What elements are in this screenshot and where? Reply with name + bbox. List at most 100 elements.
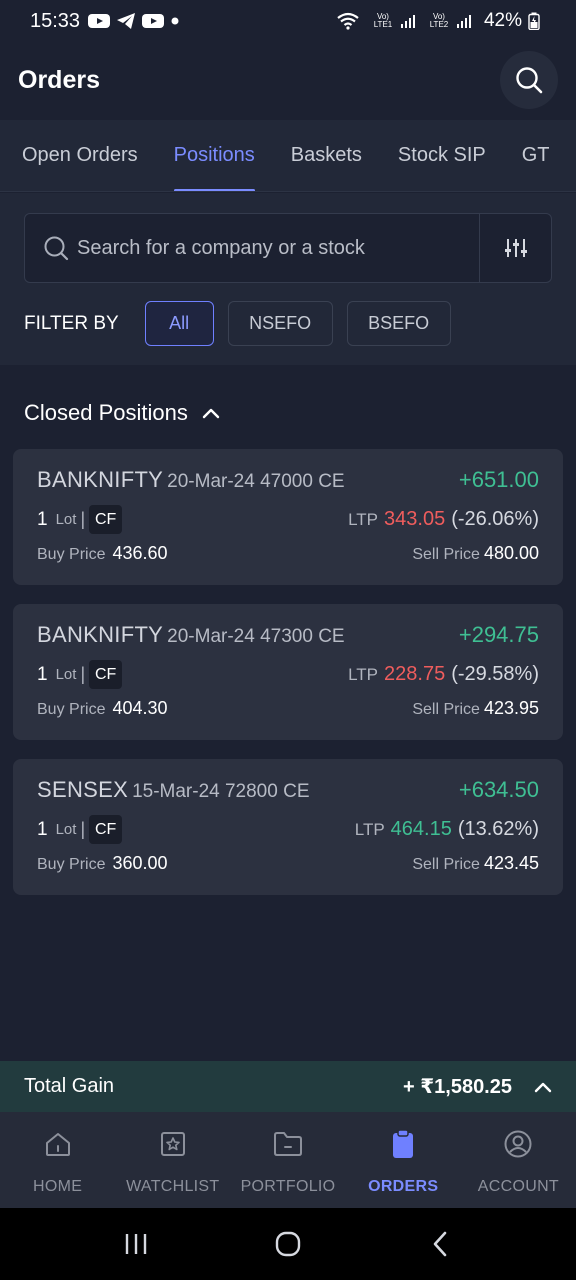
sell-price-label: Sell Price <box>412 701 480 718</box>
total-gain-label: Total Gain <box>24 1075 115 1097</box>
buy-price-value: 404.30 <box>112 698 168 718</box>
ltp-group: LTP 464.15 (13.62%) <box>355 818 539 841</box>
bottom-nav: HOME WATCHLIST PORTFOLIO ORDERS ACCOUNT <box>0 1112 576 1208</box>
position-contract: 20-Mar-24 47000 CE <box>167 471 345 492</box>
ltp-value: 228.75 <box>384 663 446 685</box>
watchlist-icon <box>159 1128 187 1160</box>
app-header: Orders <box>0 42 576 118</box>
ltp-value: 343.05 <box>384 508 446 530</box>
account-icon <box>503 1128 533 1160</box>
filter-row: FILTER BY All NSEFO BSEFO <box>24 301 465 346</box>
back-button[interactable] <box>410 1214 470 1274</box>
nav-watchlist[interactable]: WATCHLIST <box>115 1112 230 1208</box>
tab-positions[interactable]: Positions <box>156 120 273 191</box>
sell-price-label: Sell Price <box>412 856 480 873</box>
sell-price-label: Sell Price <box>412 546 480 563</box>
lot-label: Lot <box>55 666 77 683</box>
buy-price-value: 360.00 <box>112 853 168 873</box>
filter-chip-nsefo[interactable]: NSEFO <box>227 301 333 346</box>
tab-open-orders[interactable]: Open Orders <box>0 120 156 191</box>
position-pnl: +294.75 <box>458 622 539 647</box>
chevron-up-icon[interactable] <box>534 1081 552 1093</box>
sell-price-value: 423.45 <box>483 853 539 873</box>
position-card[interactable]: SENSEX 15-Mar-24 72800 CE +634.50 1 Lot … <box>13 759 563 895</box>
recent-apps-icon <box>125 1234 147 1254</box>
orders-icon <box>390 1128 416 1160</box>
sell-group: Sell Price 480.00 <box>412 543 539 564</box>
ltp-group: LTP 228.75 (-29.58%) <box>348 663 539 686</box>
sell-group: Sell Price 423.45 <box>412 853 539 874</box>
nav-portfolio[interactable]: PORTFOLIO <box>230 1112 345 1208</box>
tab-gtt[interactable]: GT <box>504 120 568 191</box>
total-gain-bar[interactable]: Total Gain + ₹1,580.25 <box>0 1061 576 1112</box>
search-box <box>24 213 552 283</box>
position-contract: 15-Mar-24 72800 CE <box>132 781 310 802</box>
ltp-group: LTP 343.05 (-26.06%) <box>348 508 539 531</box>
nav-home[interactable]: HOME <box>0 1112 115 1208</box>
search-input[interactable] <box>77 236 479 260</box>
buy-price-label: Buy Price <box>37 701 106 718</box>
status-right: Vo) LTE1 Vo) LTE2 42% <box>336 10 546 32</box>
network-1-label: Vo) LTE1 <box>373 12 393 29</box>
recent-apps-button[interactable] <box>106 1214 166 1274</box>
ltp-label: LTP <box>354 820 385 839</box>
position-symbol: BANKNIFTY <box>37 622 164 647</box>
nav-account[interactable]: ACCOUNT <box>461 1112 576 1208</box>
system-nav-bar <box>0 1208 576 1280</box>
buy-price-label: Buy Price <box>37 546 106 563</box>
nav-orders[interactable]: ORDERS <box>346 1112 461 1208</box>
page-title: Orders <box>18 65 100 94</box>
telegram-notification-icon <box>116 12 136 30</box>
filter-chip-bsefo[interactable]: BSEFO <box>346 301 451 346</box>
status-time: 15:33 <box>30 9 81 32</box>
filter-settings-button[interactable] <box>479 214 551 282</box>
search-icon <box>516 67 543 94</box>
youtube-notification-icon <box>88 13 111 29</box>
nav-label: PORTFOLIO <box>240 1178 336 1195</box>
tab-baskets[interactable]: Baskets <box>273 120 380 191</box>
ltp-change: (-29.58%) <box>451 663 539 685</box>
position-lots: 1 <box>37 818 48 840</box>
buy-price-value: 436.60 <box>112 543 168 563</box>
ltp-change: (-26.06%) <box>451 508 539 530</box>
ltp-label: LTP <box>348 510 379 529</box>
position-lots: 1 <box>37 508 48 530</box>
closed-positions-header[interactable]: Closed Positions <box>24 400 220 426</box>
nav-label: HOME <box>33 1178 83 1195</box>
separator: | <box>80 509 86 529</box>
nav-label: ORDERS <box>368 1178 439 1195</box>
filter-by-label: FILTER BY <box>24 312 119 334</box>
chevron-up-icon <box>202 407 220 419</box>
network-2-label: Vo) LTE2 <box>429 12 449 29</box>
sell-price-value: 480.00 <box>483 543 539 563</box>
lot-label: Lot <box>55 511 77 528</box>
home-system-button[interactable] <box>258 1214 318 1274</box>
battery-percent: 42% <box>483 10 522 31</box>
section-title: Closed Positions <box>24 400 188 425</box>
signal-2-icon <box>456 13 472 29</box>
carry-forward-badge: CF <box>89 660 123 689</box>
orders-screen: 15:33 Vo) LTE1 Vo) LTE2 42% Orders Open … <box>0 0 576 1280</box>
filter-chip-all[interactable]: All <box>144 301 214 346</box>
position-card[interactable]: BANKNIFTY 20-Mar-24 47000 CE +651.00 1 L… <box>13 449 563 585</box>
position-pnl: +651.00 <box>458 467 539 492</box>
order-tabs: Open Orders Positions Baskets Stock SIP … <box>0 120 576 192</box>
tab-stock-sip[interactable]: Stock SIP <box>380 120 504 191</box>
position-pnl: +634.50 <box>458 777 539 802</box>
buy-price-label: Buy Price <box>37 856 106 873</box>
back-chevron-icon <box>433 1231 447 1257</box>
position-card[interactable]: BANKNIFTY 20-Mar-24 47300 CE +294.75 1 L… <box>13 604 563 740</box>
portfolio-icon <box>273 1128 303 1160</box>
ltp-value: 464.15 <box>390 818 452 840</box>
search-button[interactable] <box>500 51 558 109</box>
search-filter-panel: FILTER BY All NSEFO BSEFO <box>0 193 576 365</box>
home-icon <box>44 1128 72 1160</box>
total-gain-value: + ₹1,580.25 <box>402 1076 512 1098</box>
wifi-icon <box>336 12 360 30</box>
battery-charging-icon <box>528 12 540 30</box>
sell-price-value: 423.95 <box>483 698 539 718</box>
position-contract: 20-Mar-24 47300 CE <box>167 626 345 647</box>
status-bar: 15:33 Vo) LTE1 Vo) LTE2 42% <box>0 0 576 42</box>
carry-forward-badge: CF <box>89 505 123 534</box>
sliders-icon <box>504 239 527 257</box>
